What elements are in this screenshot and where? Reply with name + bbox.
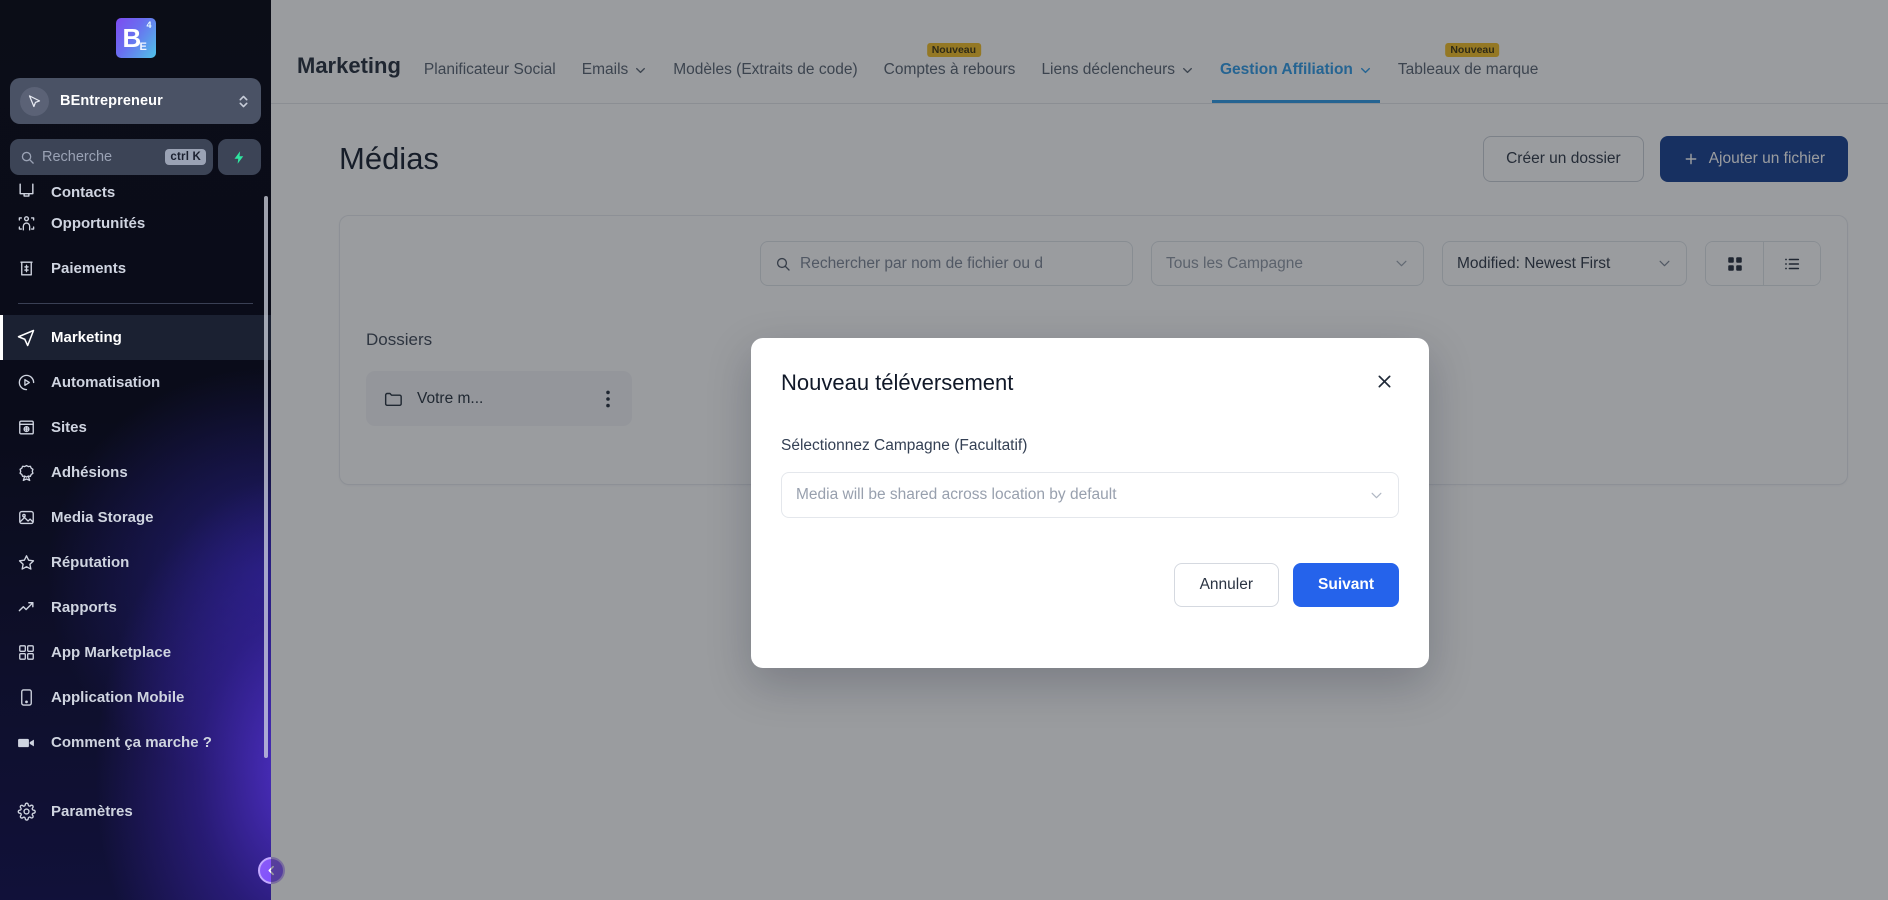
chevron-down-icon (1369, 488, 1384, 503)
sidebar-item-rapports[interactable]: Rapports (0, 585, 271, 630)
reputation-star-icon (15, 552, 37, 574)
media-storage-icon (15, 507, 37, 529)
sidebar-nav: Contacts Opportunités Paiements Marketin… (0, 183, 271, 834)
modal-actions: Annuler Suivant (781, 563, 1399, 607)
sidebar-item-label: Paramètres (51, 803, 133, 820)
sidebar-item-media-storage[interactable]: Media Storage (0, 495, 271, 540)
search-icon (20, 150, 35, 165)
mobile-app-icon (15, 687, 37, 709)
account-name: BEntrepreneur (60, 93, 163, 109)
sidebar-item-application-mobile[interactable]: Application Mobile (0, 675, 271, 720)
video-camera-icon (15, 732, 37, 754)
avatar (20, 86, 49, 116)
opportunities-icon (15, 213, 37, 235)
campaign-select[interactable]: Media will be shared across location by … (781, 472, 1399, 518)
sidebar-item-label: App Marketplace (51, 644, 172, 661)
sidebar-item-label: Rapports (51, 599, 117, 616)
search-shortcut-badge: ctrl K (165, 149, 206, 165)
account-switcher[interactable]: BEntrepreneur (10, 78, 261, 124)
campaign-field-label: Sélectionnez Campagne (Facultatif) (781, 437, 1028, 454)
sidebar-item-opportunites[interactable]: Opportunités (0, 201, 271, 246)
search-placeholder: Recherche (42, 149, 113, 165)
sidebar-item-parametres[interactable]: Paramètres (0, 789, 271, 834)
logo-letter: B (122, 23, 142, 53)
sidebar-item-paiements[interactable]: Paiements (0, 246, 271, 291)
sidebar-item-label: Marketing (51, 329, 122, 346)
reports-trend-icon (15, 597, 37, 619)
logo-b4-icon[interactable]: B E 4 (115, 18, 156, 58)
sidebar-item-label: Paiements (51, 260, 127, 277)
sidebar: B E 4 BEntrepreneur Recherche ctrl K Con… (0, 0, 271, 900)
sidebar-search-row: Recherche ctrl K (10, 139, 261, 175)
sidebar-item-label: Contacts (51, 184, 116, 201)
memberships-icon (15, 462, 37, 484)
sidebar-item-label: Adhésions (51, 464, 128, 481)
sidebar-scrollbar[interactable] (264, 196, 268, 758)
sidebar-item-label: Sites (51, 419, 87, 436)
payments-icon (15, 258, 37, 280)
sidebar-item-label: Comment ça marche ? (51, 734, 212, 751)
sidebar-item-marketing[interactable]: Marketing (0, 315, 271, 360)
sidebar-item-automatisation[interactable]: Automatisation (0, 360, 271, 405)
cancel-button[interactable]: Annuler (1173, 563, 1280, 607)
search-input[interactable]: Recherche ctrl K (10, 139, 213, 175)
sidebar-item-app-marketplace[interactable]: App Marketplace (0, 630, 271, 675)
brand-logo-wrap: B E 4 (0, 0, 271, 76)
sidebar-item-reputation[interactable]: Réputation (0, 540, 271, 585)
logo-subletter: E (139, 41, 147, 53)
automation-icon (15, 372, 37, 394)
chevron-updown-icon (238, 93, 249, 110)
sidebar-item-label: Automatisation (51, 374, 161, 391)
modal-title: Nouveau téléversement (781, 370, 1014, 395)
app-root: B E 4 BEntrepreneur Recherche ctrl K Con… (0, 0, 1888, 900)
sidebar-item-label: Media Storage (51, 509, 154, 526)
sidebar-item-comment-ca-marche[interactable]: Comment ça marche ? (0, 720, 271, 765)
sidebar-item-label: Application Mobile (51, 689, 185, 706)
close-icon[interactable] (1369, 366, 1399, 396)
sidebar-item-adhesions[interactable]: Adhésions (0, 450, 271, 495)
lightning-icon (232, 149, 247, 166)
sidebar-item-contacts[interactable]: Contacts (0, 183, 271, 201)
logo-superscript: 4 (146, 20, 152, 30)
ai-spark-button[interactable] (218, 139, 261, 175)
modal-header: Nouveau téléversement (781, 366, 1399, 396)
contacts-icon (15, 183, 37, 201)
new-upload-modal: Nouveau téléversement Sélectionnez Campa… (751, 338, 1429, 668)
sidebar-item-label: Réputation (51, 554, 130, 571)
marketing-icon (15, 327, 37, 349)
sites-icon (15, 417, 37, 439)
gear-icon (15, 801, 37, 823)
sidebar-item-sites[interactable]: Sites (0, 405, 271, 450)
next-button[interactable]: Suivant (1293, 563, 1399, 607)
sidebar-divider (18, 303, 253, 304)
campaign-select-placeholder: Media will be shared across location by … (796, 486, 1117, 503)
sidebar-item-label: Opportunités (51, 215, 146, 232)
app-marketplace-icon (15, 642, 37, 664)
